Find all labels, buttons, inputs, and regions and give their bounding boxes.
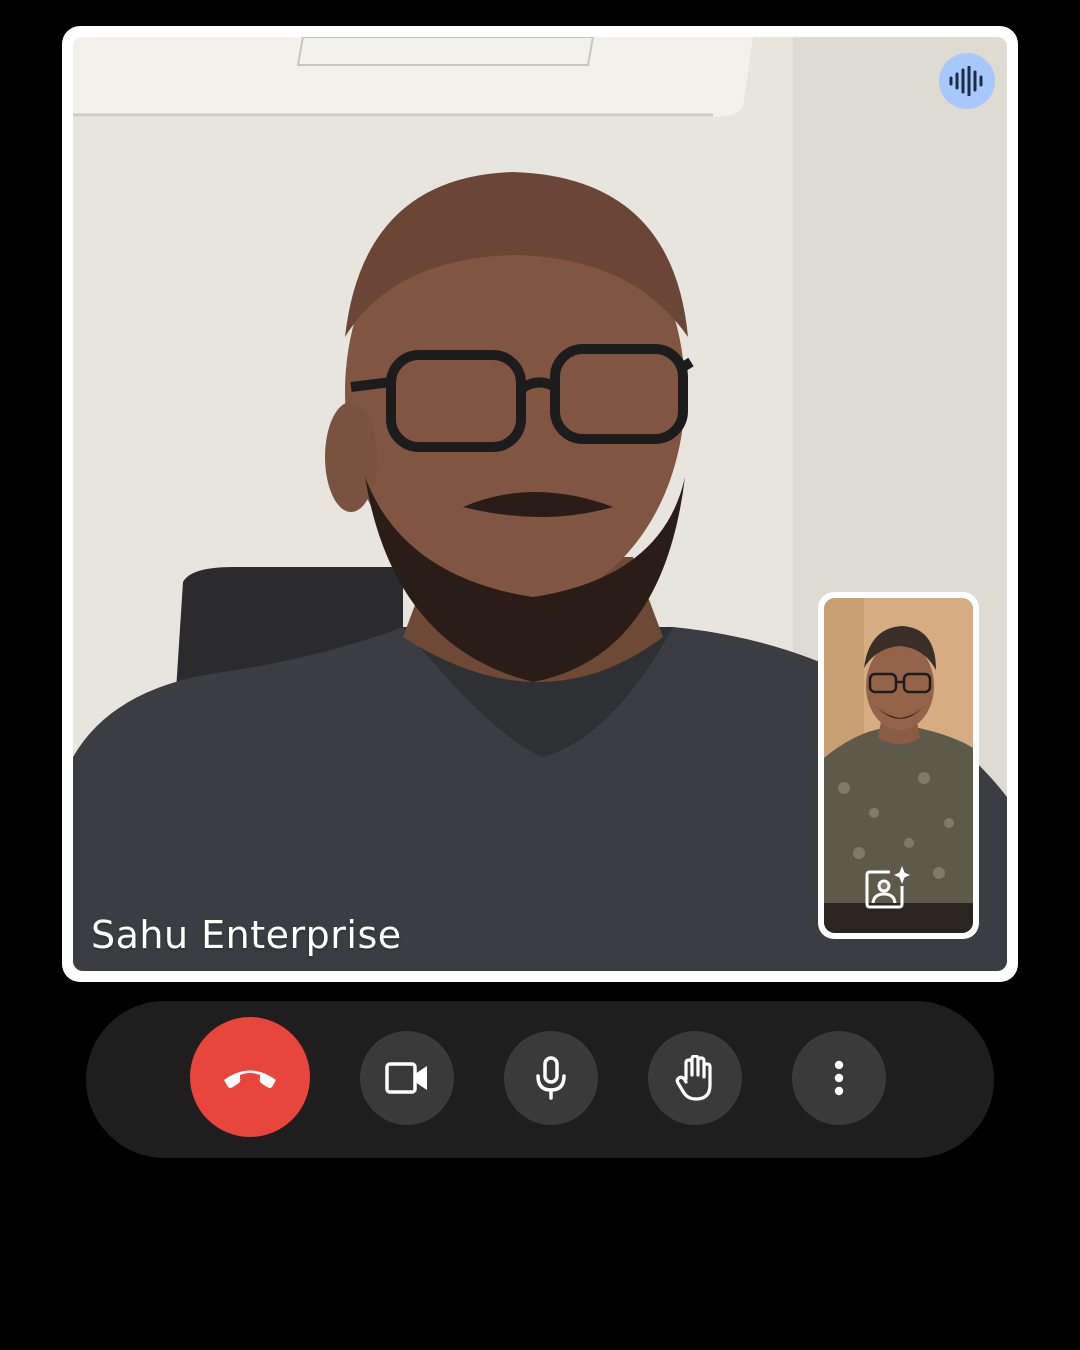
visual-effects-button[interactable] [862,863,912,913]
camera-toggle-button[interactable] [360,1031,454,1125]
raise-hand-button[interactable] [648,1031,742,1125]
videocam-icon [385,1062,427,1094]
more-options-button[interactable] [792,1031,886,1125]
more-vert-icon [834,1060,844,1096]
call-controls-bar [86,1001,994,1158]
mic-icon [536,1056,566,1100]
hand-icon [675,1055,712,1101]
self-view-video [824,598,973,933]
visual-effects-icon [865,866,910,909]
end-call-button[interactable] [190,1017,310,1137]
speaking-indicator [939,53,995,109]
audio-waveform-icon [949,66,983,96]
microphone-toggle-button[interactable] [504,1031,598,1125]
phone-hangup-icon [224,1070,276,1088]
participant-name: Sahu Enterprise [91,913,402,957]
self-view-tile[interactable] [818,592,979,939]
